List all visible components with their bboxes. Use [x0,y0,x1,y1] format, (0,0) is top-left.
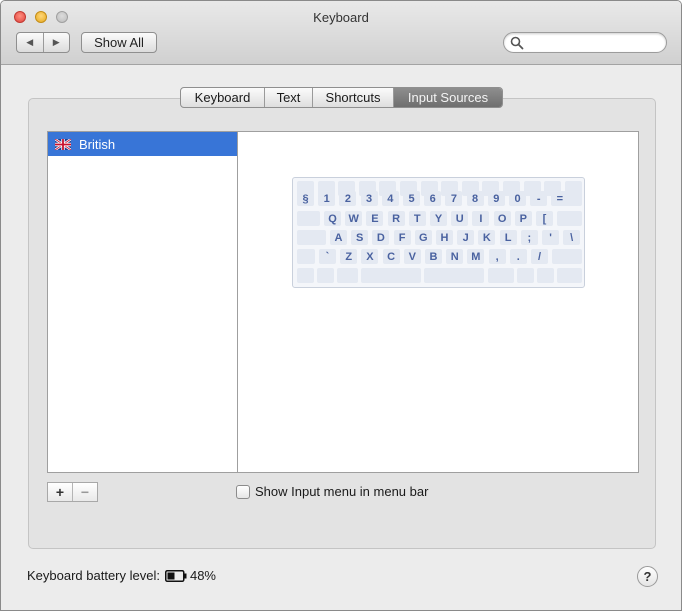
tab-bar: Keyboard Text Shortcuts Input Sources [180,87,503,108]
uk-flag-icon [55,138,71,150]
back-forward-control: ◀ ▶ [16,32,70,53]
bottom-row-key [557,268,582,283]
search-field[interactable] [503,32,667,53]
key-cap: V [403,249,421,264]
keyboard-preferences-window: Keyboard ◀ ▶ Show All Keyboard Text Shor… [0,0,682,611]
caps-lock-key [297,230,326,245]
key-cap: 6 [424,191,442,206]
show-all-button[interactable]: Show All [81,32,157,53]
key-cap: ` [319,249,336,264]
key-cap: 1 [318,191,336,206]
key-cap: A [330,230,347,245]
key-cap: Q [324,211,341,226]
help-button[interactable]: ? [637,566,658,587]
key-cap: [ [536,211,553,226]
key-cap: P [514,211,532,226]
forward-button[interactable]: ▶ [42,33,70,52]
remove-input-source-button[interactable]: − [72,483,97,501]
key-cap: R [387,211,405,226]
key-cap: L [499,230,517,245]
key-cap: 7 [445,191,463,206]
bottom-row-key [361,268,421,283]
key-cap: Y [430,211,447,226]
key-cap: W [345,211,363,226]
window-title: Keyboard [313,10,369,25]
keyboard-preview-pane: §1234567890-=QWERTYUIOP[]ASDFGHJKL;'\`ZX… [237,131,639,473]
bottom-row-key [424,268,484,283]
key-cap: 9 [487,191,505,206]
key-cap: K [478,230,496,245]
key-cap: / [531,249,548,264]
key-cap: X [361,249,379,264]
key-cap: U [451,211,469,226]
key-cap: . [509,249,527,264]
search-icon [510,36,524,50]
titlebar: Keyboard ◀ ▶ Show All [1,1,681,65]
key-cap: 8 [466,191,484,206]
key-cap: D [372,230,390,245]
add-remove-control: + − [47,482,98,502]
back-arrow-icon: ◀ [26,37,34,47]
key-cap: C [382,249,400,264]
tab-keyboard[interactable]: Keyboard [181,88,264,107]
key-cap: ' [542,230,559,245]
key-cap: S [351,230,369,245]
bottom-row-key [337,268,358,283]
key-cap: \ [563,230,581,245]
key-cap: O [493,211,511,226]
key-cap: 4 [381,191,399,206]
tab-text[interactable]: Text [264,88,312,107]
input-sources-list[interactable]: British [47,131,238,473]
key-cap: E [366,211,384,226]
key-cap: J [457,230,475,245]
key-cap: G [414,230,432,245]
tab-key [297,211,320,226]
tab-shortcuts[interactable]: Shortcuts [312,88,393,107]
keyboard-layout-preview: §1234567890-=QWERTYUIOP[]ASDFGHJKL;'\`ZX… [292,177,585,288]
show-input-menu-checkbox[interactable] [236,484,250,499]
bottom-row-key [488,268,514,283]
bottom-row-key [297,268,314,283]
add-input-source-button[interactable]: + [48,483,72,501]
key-cap: F [393,230,411,245]
back-button[interactable]: ◀ [17,33,43,52]
delete-key [565,191,582,206]
show-input-menu-option: Show Input menu in menu bar [236,484,428,499]
battery-label: Keyboard battery level: [27,568,160,583]
key-cap: H [436,230,453,245]
bottom-row-key [537,268,554,283]
bottom-row-key [517,268,534,283]
key-cap: - [530,191,548,206]
battery-status: Keyboard battery level: 48% [27,568,216,583]
key-cap: 0 [509,191,526,206]
show-input-menu-label[interactable]: Show Input menu in menu bar [255,484,428,499]
key-cap: B [425,249,442,264]
key-cap: § [297,191,314,206]
key-cap: T [408,211,426,226]
key-cap: Z [340,249,358,264]
shift-key-left [297,249,315,264]
battery-icon [164,569,187,582]
bottom-row-key [317,268,334,283]
key-cap: N [446,249,464,264]
forward-arrow-icon: ▶ [52,37,60,47]
key-cap: M [467,249,485,264]
list-item-label: British [79,136,116,152]
key-cap: 3 [360,191,378,206]
tab-input-sources[interactable]: Input Sources [393,88,502,107]
key-cap: , [488,249,506,264]
search-input[interactable] [526,35,662,50]
return-key [562,211,582,226]
key-cap: 2 [339,191,357,206]
list-item-british[interactable]: British [48,132,237,156]
battery-percent: 48% [189,568,216,583]
key-cap: I [472,211,490,226]
key-cap: ; [520,230,538,245]
shift-key-right [552,249,582,264]
key-cap: 5 [403,191,420,206]
